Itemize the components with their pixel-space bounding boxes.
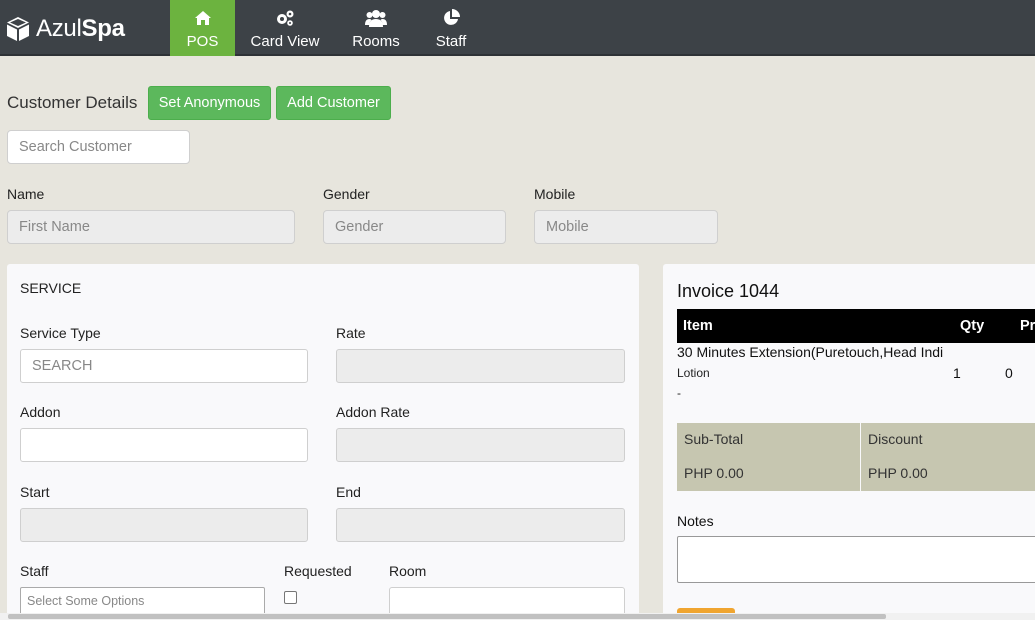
end-time-field[interactable] <box>336 508 625 542</box>
service-panel: SERVICE Service Type Rate SEARCH Addon A… <box>7 264 639 620</box>
invoice-item-addon: Lotion <box>677 366 710 380</box>
nav-tab-rooms[interactable]: Rooms <box>345 0 407 56</box>
requested-label: Requested <box>284 563 352 579</box>
addon-rate-field[interactable] <box>336 428 625 462</box>
name-label: Name <box>7 186 45 202</box>
users-icon <box>365 9 387 27</box>
cube-icon <box>7 17 29 41</box>
customer-details-title: Customer Details <box>7 93 138 112</box>
gender-field[interactable]: Gender <box>323 210 506 244</box>
search-customer-input[interactable]: Search Customer <box>7 130 190 164</box>
notes-label: Notes <box>677 513 714 529</box>
addon-input[interactable] <box>20 428 308 462</box>
brand-name-part2: Spa <box>81 15 125 42</box>
invoice-table-header: Item Qty Pric <box>677 309 1035 343</box>
column-header-price: Pric <box>1020 318 1035 334</box>
gears-icon <box>274 9 296 27</box>
staff-label: Staff <box>20 563 49 579</box>
set-anonymous-button[interactable]: Set Anonymous <box>148 86 271 120</box>
rate-field[interactable] <box>336 349 625 383</box>
service-type-label: Service Type <box>20 325 101 341</box>
column-header-item: Item <box>683 318 713 334</box>
nav-tab-pos-label: POS <box>186 33 219 50</box>
add-customer-button[interactable]: Add Customer <box>276 86 391 120</box>
invoice-panel: Invoice 1044 Item Qty Pric 30 Minutes Ex… <box>663 264 1035 620</box>
subtotal-value: PHP 0.00 <box>684 465 744 481</box>
nav-tab-card-view-label: Card View <box>250 33 320 50</box>
brand-name-part1: Azul <box>36 15 82 42</box>
service-type-search-input[interactable]: SEARCH <box>20 349 308 383</box>
requested-checkbox[interactable] <box>284 591 297 604</box>
scrollbar-thumb[interactable] <box>8 614 886 619</box>
service-title: SERVICE <box>20 280 82 296</box>
start-time-field[interactable] <box>20 508 308 542</box>
addon-rate-label: Addon Rate <box>336 404 410 420</box>
rate-label: Rate <box>336 325 366 341</box>
gender-label: Gender <box>323 186 370 202</box>
staff-multiselect[interactable]: Select Some Options <box>20 587 265 615</box>
first-name-field[interactable]: First Name <box>7 210 295 244</box>
notes-textarea[interactable] <box>677 536 1035 583</box>
mobile-label: Mobile <box>534 186 576 202</box>
discount-label: Discount <box>868 431 923 447</box>
nav-tab-staff[interactable]: Staff <box>425 0 477 56</box>
room-label: Room <box>389 563 427 579</box>
invoice-item-name: 30 Minutes Extension(Puretouch,Head Indi <box>677 344 944 360</box>
nav-tab-card-view[interactable]: Card View <box>245 0 325 56</box>
horizontal-scrollbar[interactable] <box>0 613 1035 620</box>
invoice-item-price: 0 <box>1005 365 1013 381</box>
top-navbar: Azul Spa POS Card View Rooms Staff <box>0 0 1035 56</box>
invoice-totals: Sub-Total PHP 0.00 Discount PHP 0.00 <box>677 423 1035 491</box>
nav-tab-rooms-label: Rooms <box>352 33 400 50</box>
discount-value: PHP 0.00 <box>868 465 928 481</box>
totals-divider <box>860 423 861 491</box>
nav-tab-staff-label: Staff <box>435 33 467 50</box>
home-icon <box>192 9 214 27</box>
column-header-qty: Qty <box>960 318 985 334</box>
invoice-title: Invoice 1044 <box>677 281 780 301</box>
addon-label: Addon <box>20 404 61 420</box>
invoice-item-qty: 1 <box>953 365 961 381</box>
pie-chart-icon <box>440 9 462 27</box>
brand-logo[interactable]: Azul Spa <box>6 14 125 44</box>
start-label: Start <box>20 484 50 500</box>
mobile-field[interactable]: Mobile <box>534 210 718 244</box>
invoice-item-note: - <box>677 386 681 400</box>
nav-tab-pos[interactable]: POS <box>170 0 235 56</box>
end-label: End <box>336 484 361 500</box>
subtotal-label: Sub-Total <box>684 431 744 447</box>
